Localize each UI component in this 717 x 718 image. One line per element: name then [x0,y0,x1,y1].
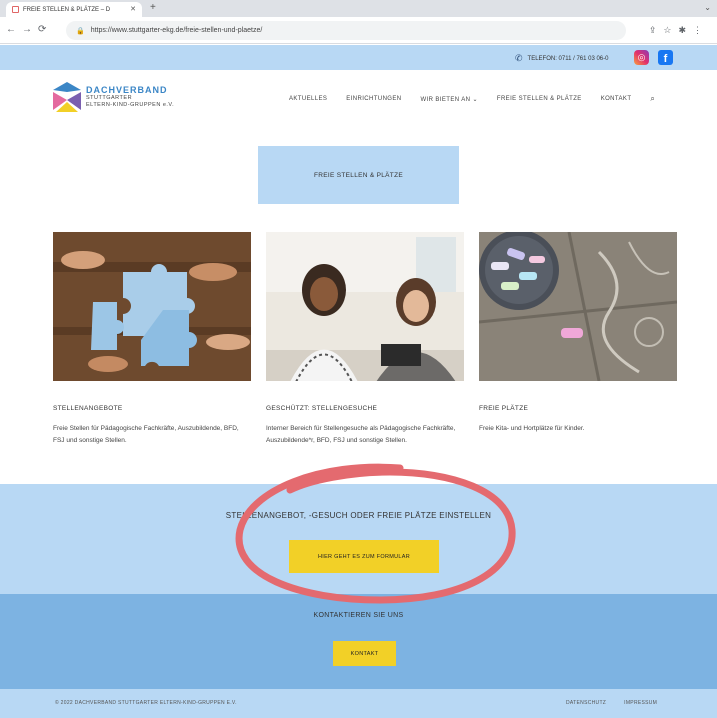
url-text: https://www.stuttgarter-ekg.de/freie-ste… [90,27,263,34]
card-title[interactable]: FREIE PLÄTZE [479,405,677,412]
card-title[interactable]: GESCHÜTZT: STELLENGESUCHE [266,405,464,412]
card-freie-plaetze[interactable]: FREIE PLÄTZE Freie Kita- und Hortplätze … [479,232,677,435]
logo-line-3: ELTERN-KIND-GRUPPEN e.V. [86,102,175,108]
browser-tab-bar: FREIE STELLEN & PLÄTZE – D ✕ + ⌄ [0,0,717,17]
browser-toolbar-icons[interactable]: ⇪☆✱⋮ [649,25,709,36]
close-tab-icon[interactable]: ✕ [130,5,136,13]
card-text: Interner Bereich für Stellengesuche als … [266,425,456,444]
women-talking-image[interactable] [266,232,464,381]
search-icon[interactable]: ⌕ [650,94,655,104]
card-title[interactable]: STELLENANGEBOTE [53,405,251,412]
nav-item-kontakt[interactable]: KONTAKT [601,96,632,104]
top-contact-strip: ✆ TELEFON: 0711 / 761 03 06-0 ◎ f [0,45,717,70]
footer-link-impressum[interactable]: IMPRESSUM [624,700,657,706]
favicon-icon [12,6,19,13]
footer-link-datenschutz[interactable]: DATENSCHUTZ [566,700,606,706]
site-header: DACHVERBAND STUTTGARTER ELTERN-KIND-GRUP… [0,70,717,128]
phone-number: TELEFON: 0711 / 761 03 06-0 [527,55,609,62]
puzzle-hands-image[interactable] [53,232,251,381]
card-text: Freie Stellen für Pädagogische Fachkräft… [53,425,239,444]
logo-line-2: STUTTGARTER [86,95,133,101]
logo-text[interactable]: DACHVERBAND STUTTGARTER ELTERN-KIND-GRUP… [86,85,174,109]
url-field[interactable]: 🔒 https://www.stuttgarter-ekg.de/freie-s… [66,21,626,40]
nav-item-einrichtungen[interactable]: EINRICHTUNGEN [346,96,401,104]
card-text: Freie Kita- und Hortplätze für Kinder. [479,425,585,432]
main-navigation: AKTUELLES EINRICHTUNGEN WIR BIETEN AN ⌄ … [289,94,655,104]
cta-title: STELLENANGEBOT, -GESUCH ODER FREIE PLÄTZ… [225,511,492,520]
site-footer: © 2022 DACHVERBAND STUTTGARTER ELTERN-KI… [0,689,717,718]
cta-section: STELLENANGEBOT, -GESUCH ODER FREIE PLÄTZ… [0,484,717,594]
card-stellengesuche[interactable]: GESCHÜTZT: STELLENGESUCHE Interner Berei… [266,232,464,447]
facebook-icon[interactable]: f [658,50,673,65]
sidewalk-chalk-image[interactable] [479,232,677,381]
phone-contact[interactable]: ✆ TELEFON: 0711 / 761 03 06-0 [515,53,608,64]
page-title-box: FREIE STELLEN & PLÄTZE [258,146,459,204]
new-tab-icon[interactable]: + [150,2,156,13]
nav-item-aktuelles[interactable]: AKTUELLES [289,96,327,104]
nav-item-freie-stellen[interactable]: FREIE STELLEN & PLÄTZE [497,96,582,104]
page-title: FREIE STELLEN & PLÄTZE [314,171,403,179]
phone-icon: ✆ [515,53,523,63]
contact-button[interactable]: KONTAKT [333,641,396,666]
contact-section: KONTAKTIEREN SIE UNS KONTAKT [0,594,717,689]
nav-item-wir-bieten-an[interactable]: WIR BIETEN AN ⌄ [421,96,478,104]
contact-title: KONTAKTIEREN SIE UNS [313,612,404,619]
logo-icon[interactable] [53,82,81,112]
browser-tab-title: FREIE STELLEN & PLÄTZE – D [23,6,111,13]
form-button[interactable]: HIER GEHT ES ZUM FORMULAR [289,540,439,573]
browser-nav-icons[interactable]: ←→⟳ [6,24,52,35]
logo-line-1: DACHVERBAND [86,85,168,95]
tab-menu-chevron-icon[interactable]: ⌄ [704,3,711,12]
copyright-text: © 2022 DACHVERBAND STUTTGARTER ELTERN-KI… [55,700,237,706]
browser-address-bar: ←→⟳ 🔒 https://www.stuttgarter-ekg.de/fre… [0,17,717,44]
lock-icon: 🔒 [76,27,85,35]
browser-tab[interactable]: FREIE STELLEN & PLÄTZE – D ✕ [6,2,142,17]
instagram-icon[interactable]: ◎ [634,50,649,65]
card-stellenangebote[interactable]: STELLENANGEBOTE Freie Stellen für Pädago… [53,232,251,447]
footer-links: DATENSCHUTZ IMPRESSUM [566,700,657,706]
